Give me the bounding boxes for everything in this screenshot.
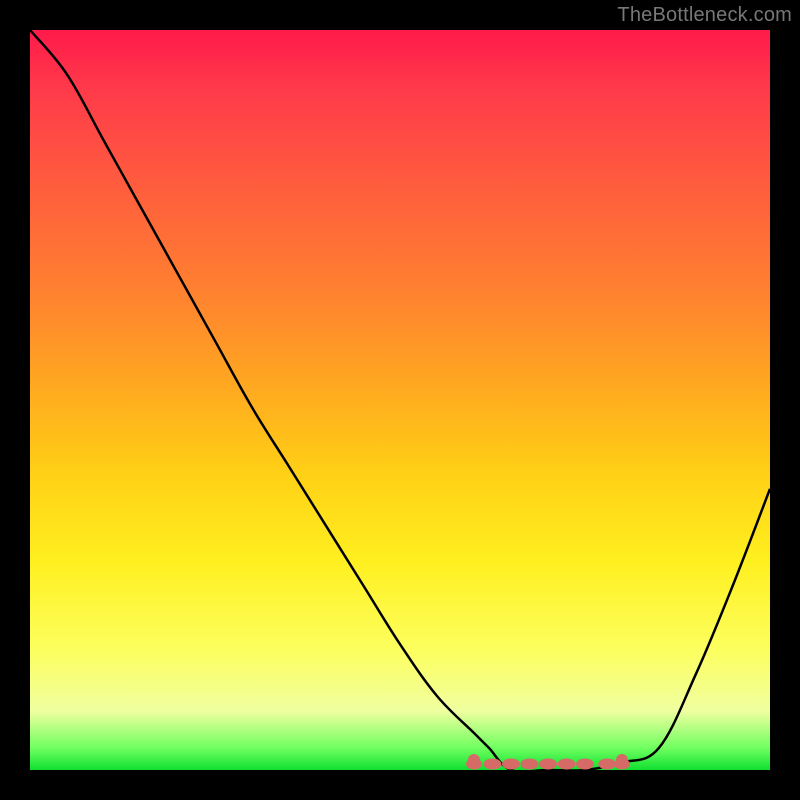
minimum-marker-end	[468, 754, 480, 766]
minimum-marker-end	[616, 754, 628, 766]
minimum-marker	[539, 759, 557, 770]
minimum-marker	[576, 759, 594, 770]
minimum-marker	[558, 759, 576, 770]
minimum-marker	[521, 759, 539, 770]
bottleneck-curve	[30, 30, 770, 772]
curve-svg	[30, 30, 770, 770]
plot-area	[30, 30, 770, 770]
minimum-marker	[598, 759, 616, 770]
chart-frame: TheBottleneck.com	[0, 0, 800, 800]
minimum-marker	[484, 759, 502, 770]
minimum-marker-group	[466, 754, 630, 770]
watermark-text: TheBottleneck.com	[617, 4, 792, 27]
minimum-marker	[502, 759, 520, 770]
